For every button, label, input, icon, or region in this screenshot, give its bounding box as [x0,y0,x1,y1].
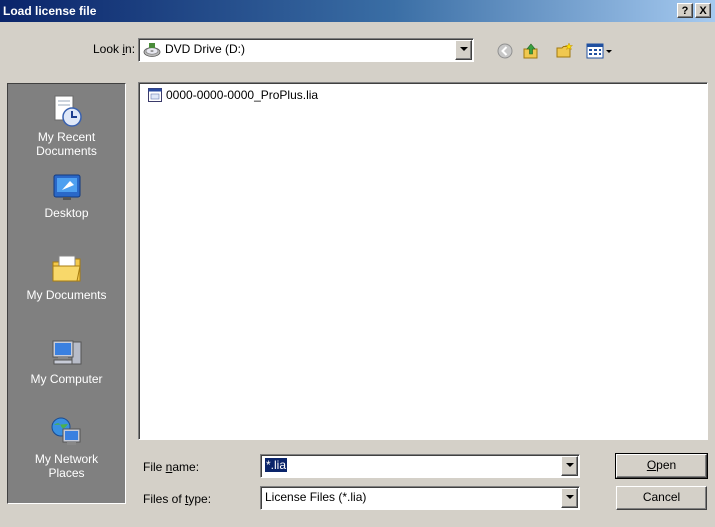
place-desktop[interactable]: Desktop [8,170,125,220]
recent-documents-icon [54,95,82,127]
file-name-input[interactable]: *.lia [265,458,288,472]
place-label: My Computer [30,372,103,386]
file-list[interactable]: 0000-0000-0000_ProPlus.lia [138,82,708,440]
place-label: Places [48,466,85,480]
my-computer-icon [52,340,81,365]
file-name-label: File name: [143,460,200,474]
help-button[interactable]: ? [677,3,693,18]
place-label: My Network [34,452,99,466]
file-name-combo[interactable]: *.lia [260,454,580,478]
new-folder-icon[interactable] [556,42,574,60]
place-my-documents[interactable]: My Documents [8,252,125,302]
back-icon[interactable] [496,42,514,60]
place-label: My Documents [26,288,107,302]
files-of-type-combo[interactable]: License Files (*.lia) [260,486,580,510]
place-label: Desktop [44,206,89,220]
place-my-network-places[interactable]: My Network Places [8,416,125,480]
close-icon: X [699,5,707,17]
place-my-recent-documents[interactable]: My Recent Documents [8,94,125,158]
network-places-icon [51,417,80,445]
file-name: 0000-0000-0000_ProPlus.lia [166,88,319,102]
license-file-icon [148,88,162,102]
close-button[interactable]: X [695,3,711,18]
look-in-combo[interactable]: DVD Drive (D:) [138,38,474,62]
up-folder-icon[interactable] [522,42,540,60]
open-button[interactable]: Open [615,453,708,479]
place-label: My Recent [37,130,96,144]
look-in-dropdown-arrow[interactable] [455,40,472,60]
files-of-type-dropdown-arrow[interactable] [561,488,578,508]
cancel-button[interactable]: Cancel [616,486,707,510]
dvd-drive-icon [143,43,161,57]
view-menu-icon[interactable] [586,42,614,60]
files-of-type-label: Files of type: [143,492,212,506]
help-icon: ? [681,5,689,17]
look-in-value: DVD Drive (D:) [165,42,245,56]
files-of-type-value: License Files (*.lia) [265,490,367,504]
desktop-icon [53,174,80,200]
place-my-computer[interactable]: My Computer [8,336,125,386]
look-in-label: Look in: [93,42,136,56]
title-bar: Load license file ? X [0,0,715,22]
places-bar: My Recent Documents Desktop My Documents… [7,83,126,504]
place-label: Documents [36,144,97,158]
window-title: Load license file [3,4,97,18]
my-documents-icon [52,255,81,282]
file-name-dropdown-arrow[interactable] [561,456,578,476]
